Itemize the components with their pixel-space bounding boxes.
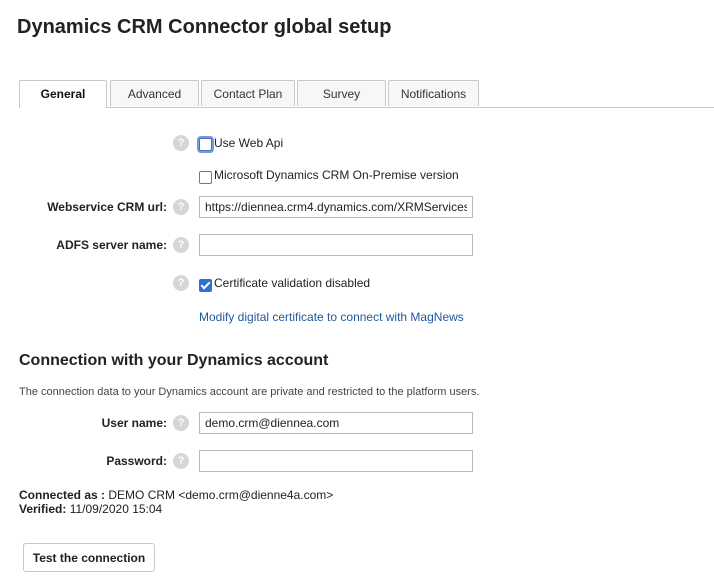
username-label: User name: [101, 416, 167, 430]
on-premise-label: Microsoft Dynamics CRM On-Premise versio… [214, 168, 459, 182]
tab-contact-plan[interactable]: Contact Plan [201, 80, 295, 106]
use-web-api-label: Use Web Api [214, 136, 284, 150]
verified-value: 11/09/2020 15:04 [69, 502, 163, 516]
verified-status: Verified: 11/09/2020 15:04 [19, 502, 162, 516]
verified-label: Verified: [19, 502, 67, 516]
connection-section-title: Connection with your Dynamics account [19, 352, 329, 369]
cert-validation-checkbox[interactable] [199, 279, 212, 292]
webservice-url-label: Webservice CRM url: [47, 200, 167, 214]
connected-as-status: Connected as : DEMO CRM <demo.crm@dienne… [19, 488, 333, 502]
tab-general[interactable]: General [19, 80, 107, 108]
password-input[interactable] [199, 450, 473, 472]
adfs-server-input[interactable] [199, 234, 473, 256]
connected-as-value: DEMO CRM <demo.crm@dienne4a.com> [108, 488, 334, 502]
cert-validation-help-icon[interactable]: ? [173, 275, 189, 291]
page-title: Dynamics CRM Connector global setup [17, 16, 392, 38]
password-label: Password: [106, 454, 167, 468]
on-premise-checkbox[interactable] [199, 171, 212, 184]
tab-survey[interactable]: Survey [297, 80, 386, 106]
webservice-url-input[interactable] [199, 196, 473, 218]
adfs-server-help-icon[interactable]: ? [173, 237, 189, 253]
tab-bar: General Advanced Contact Plan Survey Not… [19, 80, 714, 108]
connected-as-label: Connected as : [19, 488, 106, 502]
tab-advanced[interactable]: Advanced [110, 80, 199, 106]
password-help-icon[interactable]: ? [173, 453, 189, 469]
connection-description: The connection data to your Dynamics acc… [19, 386, 480, 398]
webservice-url-help-icon[interactable]: ? [173, 199, 189, 215]
adfs-server-label: ADFS server name: [56, 238, 167, 252]
tab-notifications[interactable]: Notifications [388, 80, 479, 106]
username-help-icon[interactable]: ? [173, 415, 189, 431]
test-connection-button[interactable]: Test the connection [23, 543, 155, 572]
modify-certificate-link[interactable]: Modify digital certificate to connect wi… [199, 310, 464, 324]
use-web-api-checkbox[interactable] [199, 138, 212, 151]
use-web-api-help-icon[interactable]: ? [173, 135, 189, 151]
username-input[interactable] [199, 412, 473, 434]
cert-validation-label: Certificate validation disabled [214, 276, 371, 290]
